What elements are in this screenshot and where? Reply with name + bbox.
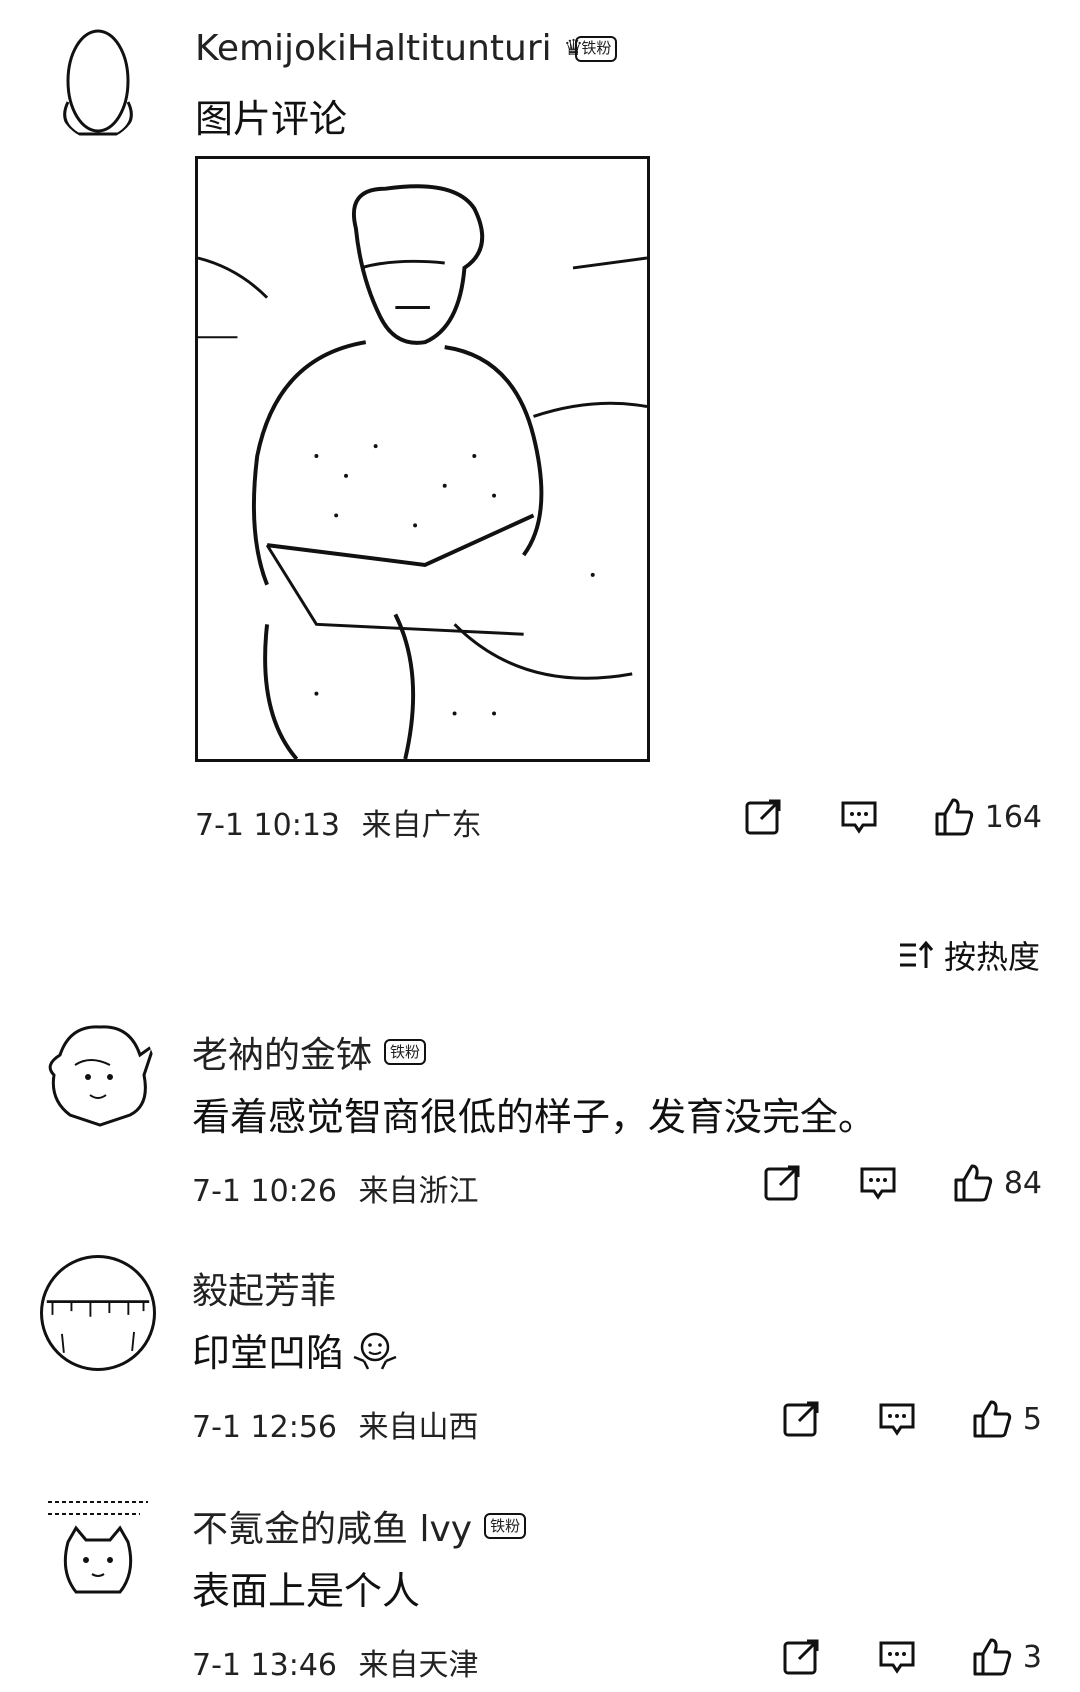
comment-user-name[interactable]: 不氪金的咸鱼 lvy [192, 1500, 472, 1552]
post-user-name-row: KemijokiHaltitunturi ♛ 铁粉 [195, 28, 618, 69]
like-button[interactable]: 84 [952, 1162, 1042, 1204]
comment-location: 来自山西 [358, 1410, 479, 1445]
like-button[interactable]: 3 [971, 1636, 1042, 1678]
reply-button[interactable] [875, 1399, 919, 1439]
fan-badge: ♛ 铁粉 [564, 35, 618, 62]
comment-icon [860, 1167, 896, 1200]
share-icon [745, 799, 781, 835]
post-actions: 164 [741, 796, 1042, 838]
comment-location: 来自天津 [358, 1648, 479, 1683]
post-location: 来自广东 [361, 808, 482, 843]
comment-avatar[interactable] [40, 1015, 156, 1131]
thumbs-up-icon [973, 1638, 1012, 1676]
share-icon [783, 1639, 819, 1675]
post-photo[interactable] [195, 156, 650, 762]
comment-user-name[interactable]: 毅起芳菲 [192, 1262, 336, 1314]
comment-icon [841, 801, 877, 834]
share-icon [764, 1165, 800, 1201]
fan-badge: 铁粉 [484, 1513, 527, 1539]
comment-time: 7-1 10:26 [192, 1174, 337, 1209]
comment-text: 表面上是个人 [192, 1569, 421, 1613]
comment-icon [879, 1641, 915, 1674]
share-button[interactable] [779, 1637, 823, 1677]
like-count: 3 [1022, 1639, 1042, 1675]
share-button[interactable] [760, 1163, 804, 1203]
like-count: 84 [1003, 1165, 1042, 1201]
comment-time: 7-1 12:56 [192, 1410, 337, 1445]
comment-actions: 3 [779, 1636, 1042, 1678]
comment-user-name[interactable]: 老衲的金钵 [192, 1026, 372, 1078]
post-meta: 7-1 10:13 来自广东 [195, 800, 482, 844]
comment-text: 印堂凹陷 [192, 1322, 400, 1377]
share-icon [783, 1401, 819, 1437]
comment-meta: 7-1 13:46 来自天津 [192, 1640, 479, 1684]
comment-meta: 7-1 10:26 来自浙江 [192, 1166, 479, 1210]
like-button[interactable]: 5 [971, 1398, 1042, 1440]
reply-button[interactable] [875, 1637, 919, 1677]
thumbs-up-icon [954, 1164, 992, 1202]
comment-user-name-row: 不氪金的咸鱼 lvy 铁粉 [192, 1500, 527, 1552]
comment-meta: 7-1 12:56 来自山西 [192, 1402, 479, 1446]
fan-badge: 铁粉 [384, 1039, 427, 1065]
post-avatar[interactable] [58, 22, 138, 140]
comment-actions: 84 [760, 1162, 1042, 1204]
share-button[interactable] [779, 1399, 823, 1439]
comment-location: 来自浙江 [358, 1174, 479, 1209]
post-text: 图片评论 [195, 97, 348, 141]
sort-label: 按热度 [943, 938, 1040, 976]
like-button[interactable]: 164 [933, 796, 1042, 838]
comment-avatar[interactable] [40, 1492, 156, 1608]
comment-user-name-row: 老衲的金钵 铁粉 [192, 1026, 427, 1078]
like-count: 5 [1022, 1401, 1042, 1437]
smirk-emoji-icon [353, 1332, 397, 1370]
comment-time: 7-1 13:46 [192, 1648, 337, 1683]
comment-button[interactable] [837, 797, 881, 837]
post-time: 7-1 10:13 [195, 808, 340, 843]
comment-user-name-row: 毅起芳菲 [192, 1262, 336, 1314]
reply-button[interactable] [856, 1163, 900, 1203]
sort-icon [899, 940, 934, 968]
thumbs-up-icon [973, 1400, 1012, 1438]
comment-actions: 5 [779, 1398, 1042, 1440]
thumbs-up-icon [935, 798, 973, 836]
comment-icon [879, 1403, 915, 1436]
comment-avatar[interactable] [40, 1255, 156, 1371]
post-user-name[interactable]: KemijokiHaltitunturi [195, 28, 552, 69]
like-count: 164 [984, 799, 1042, 835]
sort-by-hot-button[interactable]: 按热度 [898, 932, 1040, 978]
share-button[interactable] [741, 797, 785, 837]
comment-text: 看着感觉智商很低的样子，发育没完全。 [192, 1095, 877, 1139]
